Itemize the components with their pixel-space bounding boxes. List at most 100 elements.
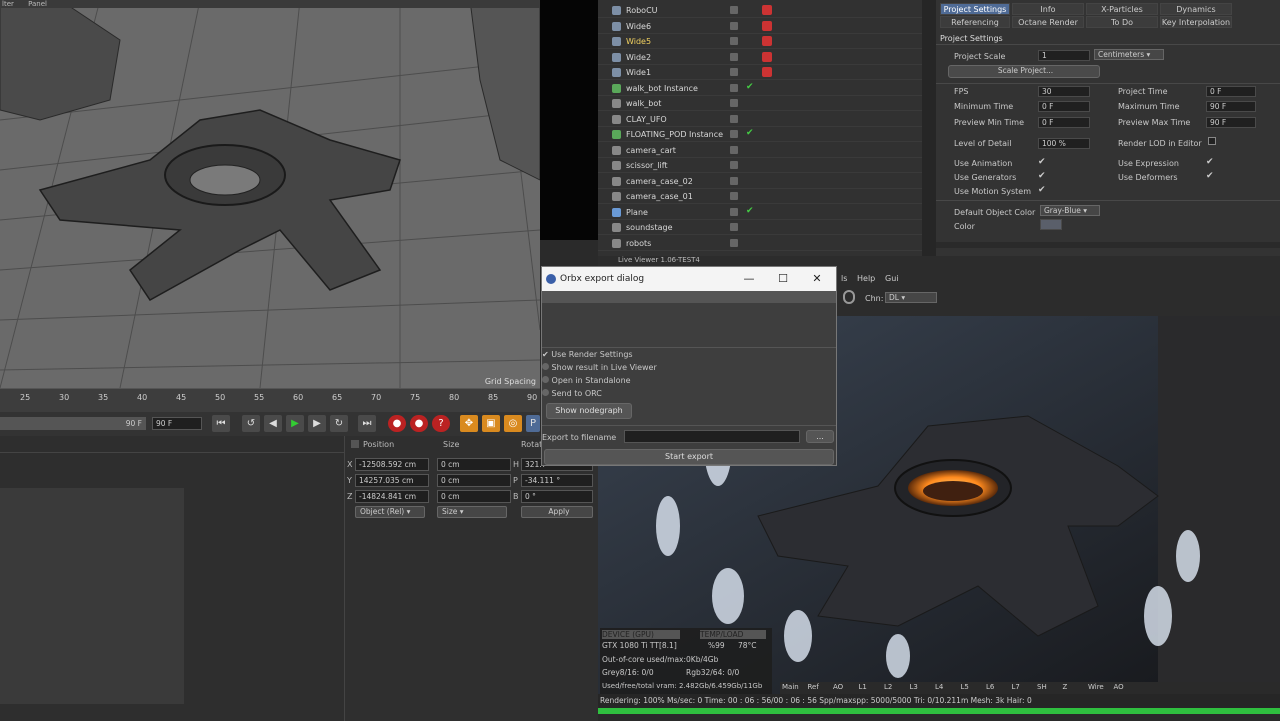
timeline-ruler[interactable]: 25 30 35 40 45 50 55 60 65 70 75 80 85 9… (0, 388, 540, 412)
viewport-3d[interactable]: lter Panel Grid Spacing (0, 0, 540, 388)
object-row[interactable]: Wide5 (598, 34, 922, 49)
param-key-icon[interactable]: P (526, 415, 540, 432)
object-row[interactable]: FLOATING_POD Instance ✔ (598, 127, 922, 142)
autokey-button[interactable]: ● (410, 415, 428, 432)
visibility-toggle[interactable] (730, 130, 738, 138)
visibility-toggle[interactable] (730, 114, 738, 123)
menu-filter[interactable]: lter (2, 0, 14, 8)
pass-button[interactable]: Z (1063, 683, 1068, 691)
go-end-button[interactable]: ⏭ (358, 415, 376, 432)
rotate-key-icon[interactable]: ◎ (504, 415, 522, 432)
pass-button[interactable]: L3 (910, 683, 918, 691)
project-scale-field[interactable]: 1 (1038, 50, 1090, 61)
menu-help[interactable]: Help (857, 274, 875, 283)
use-motion-checkbox[interactable]: ✔ (1038, 185, 1046, 195)
menu-tools[interactable]: ls (841, 274, 847, 283)
tab-dynamics[interactable]: Dynamics (1160, 3, 1232, 15)
record-button[interactable]: ● (388, 415, 406, 432)
render-tag-icon[interactable] (762, 20, 772, 31)
use-deformers-checkbox[interactable]: ✔ (1206, 171, 1214, 181)
prev-key-button[interactable]: ↺ (242, 415, 260, 432)
project-time-field[interactable]: 0 F (1206, 86, 1256, 97)
render-tag-icon[interactable] (762, 51, 772, 62)
next-frame-button[interactable]: ▶ (308, 415, 326, 432)
use-generators-checkbox[interactable]: ✔ (1038, 171, 1046, 181)
scale-project-button[interactable]: Scale Project... (948, 65, 1100, 78)
timeline-slider[interactable]: 90 F (0, 417, 146, 430)
go-start-button[interactable]: ⏮ (212, 415, 230, 432)
pass-button[interactable]: L4 (935, 683, 943, 691)
object-row[interactable]: walk_bot Instance ✔ (598, 81, 922, 96)
object-row[interactable]: Wide1 (598, 65, 922, 80)
play-button[interactable]: ▶ (286, 415, 304, 432)
visibility-toggle[interactable] (730, 192, 738, 200)
pass-button[interactable]: L2 (884, 683, 892, 691)
tab-key-interpolation[interactable]: Key Interpolation (1160, 16, 1232, 28)
default-color-dropdown[interactable]: Gray-Blue ▾ (1040, 205, 1100, 216)
frame-field[interactable]: 90 F (152, 417, 202, 430)
object-row[interactable]: camera_case_01 (598, 189, 922, 204)
tab-info[interactable]: Info (1012, 3, 1084, 15)
start-export-button[interactable]: Start export (544, 449, 834, 465)
color-swatch[interactable] (1040, 219, 1062, 230)
pass-button[interactable]: AO (833, 683, 843, 691)
coord-mode-dropdown[interactable]: Object (Rel) ▾ (355, 506, 425, 518)
option-show-live-viewer[interactable]: Show result in Live Viewer (542, 363, 657, 372)
scale-unit-dropdown[interactable]: Centimeters ▾ (1094, 49, 1164, 60)
visibility-toggle[interactable] (730, 99, 738, 107)
tab-referencing[interactable]: Referencing (940, 16, 1010, 28)
object-row[interactable]: Wide6 (598, 19, 922, 34)
apply-button[interactable]: Apply (521, 506, 593, 518)
move-key-icon[interactable]: ✥ (460, 415, 478, 432)
visibility-toggle[interactable] (730, 161, 738, 169)
scale-key-icon[interactable]: ▣ (482, 415, 500, 432)
object-row[interactable]: walk_bot (598, 96, 922, 111)
pass-button[interactable]: AO (1114, 683, 1124, 691)
pos-z-field[interactable]: -14824.841 cm (355, 490, 429, 503)
pass-button[interactable]: L1 (859, 683, 867, 691)
size-x-field[interactable]: 0 cm (437, 458, 511, 471)
pass-button[interactable]: Main (782, 683, 799, 691)
visibility-toggle[interactable] (730, 223, 738, 231)
object-row[interactable]: scissor_lift (598, 158, 922, 173)
pass-button[interactable]: Wire (1088, 683, 1104, 691)
visibility-toggle[interactable] (730, 37, 738, 45)
pos-x-field[interactable]: -12508.592 cm (355, 458, 429, 471)
material-preview-area[interactable] (0, 488, 184, 704)
pass-button[interactable]: Ref (808, 683, 819, 691)
close-icon[interactable]: ✕ (800, 267, 834, 291)
enabled-check-icon[interactable]: ✔ (746, 82, 754, 92)
tab-project-settings[interactable]: Project Settings (940, 3, 1010, 15)
object-row[interactable]: Wide2 (598, 50, 922, 65)
pos-y-field[interactable]: 14257.035 cm (355, 474, 429, 487)
tab-octane-render[interactable]: Octane Render (1012, 16, 1084, 28)
fps-field[interactable]: 30 (1038, 86, 1090, 97)
filename-input[interactable] (624, 430, 800, 443)
rot-p-field[interactable]: -34.111 ° (521, 474, 593, 487)
tab-x-particles[interactable]: X-Particles (1086, 3, 1158, 15)
min-time-field[interactable]: 0 F (1038, 101, 1090, 112)
size-mode-dropdown[interactable]: Size ▾ (437, 506, 507, 518)
show-nodegraph-button[interactable]: Show nodegraph (546, 403, 632, 419)
size-y-field[interactable]: 0 cm (437, 474, 511, 487)
preview-min-field[interactable]: 0 F (1038, 117, 1090, 128)
visibility-toggle[interactable] (730, 83, 738, 92)
channel-dropdown[interactable]: DL ▾ (885, 292, 937, 303)
tab-to-do[interactable]: To Do (1086, 16, 1158, 28)
next-key-button[interactable]: ↻ (330, 415, 348, 432)
object-row[interactable]: soundstage (598, 220, 922, 235)
scrollbar[interactable] (922, 0, 936, 256)
visibility-toggle[interactable] (730, 21, 738, 30)
max-time-field[interactable]: 90 F (1206, 101, 1256, 112)
use-animation-checkbox[interactable]: ✔ (1038, 157, 1046, 167)
render-tag-icon[interactable] (762, 5, 772, 15)
object-row[interactable]: Plane ✔ (598, 205, 922, 220)
size-z-field[interactable]: 0 cm (437, 490, 511, 503)
pin-icon[interactable] (843, 290, 855, 304)
render-tag-icon[interactable] (762, 36, 772, 46)
visibility-toggle[interactable] (730, 68, 738, 76)
preview-max-field[interactable]: 90 F (1206, 117, 1256, 128)
keyframe-selection-button[interactable]: ? (432, 415, 450, 432)
pass-button[interactable]: L5 (961, 683, 969, 691)
object-row[interactable]: camera_case_02 (598, 174, 922, 189)
